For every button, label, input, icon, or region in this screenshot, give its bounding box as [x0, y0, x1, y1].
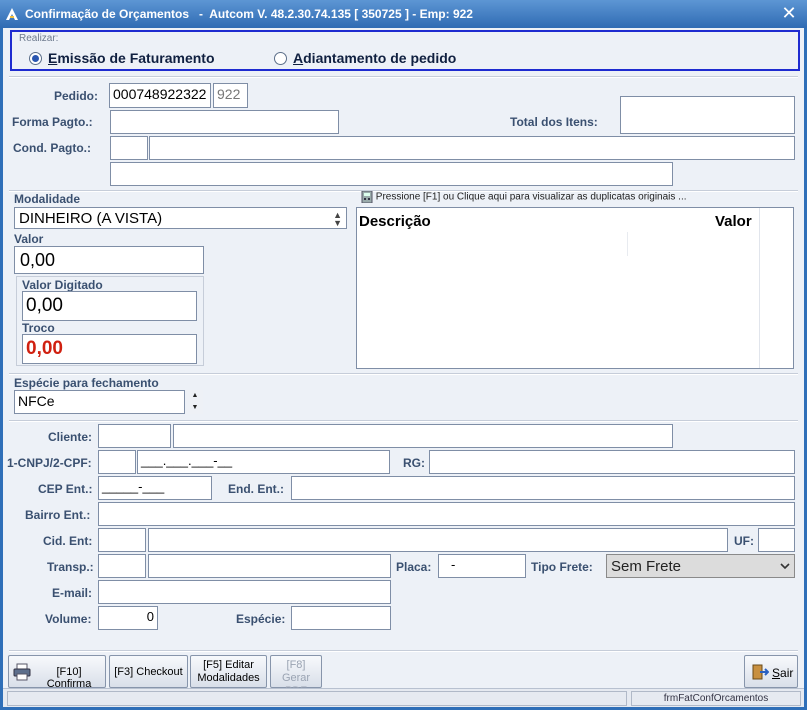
divider — [9, 373, 798, 375]
cliente-label: Cliente: — [48, 430, 93, 444]
cliente-code-input[interactable] — [98, 424, 171, 448]
form-body: Realizar: Emissão de Faturamento Adianta… — [3, 28, 804, 707]
bairro-ent-input[interactable] — [98, 502, 795, 526]
volume-input[interactable]: 0 — [98, 606, 158, 630]
pedido-label: Pedido: — [54, 89, 98, 103]
bairro-ent-label: Bairro Ent.: — [25, 508, 91, 522]
close-button[interactable]: ✕ — [779, 3, 799, 23]
grid-column-divider — [759, 208, 760, 368]
gerar-pdf-button[interactable]: [F8] Gerar PDF — [270, 655, 322, 697]
transp-name-input[interactable] — [148, 554, 391, 578]
tipo-frete-value: Sem Frete — [611, 558, 682, 575]
radio-adiantamento-pedido[interactable] — [274, 52, 287, 65]
status-panel — [7, 691, 627, 706]
radio-emissao-label[interactable]: Emissão de Faturamento — [48, 50, 215, 66]
grid-column-divider — [627, 232, 628, 256]
duplicatas-grid[interactable]: Descrição Valor — [356, 207, 794, 369]
forma-pagto-label: Forma Pagto.: — [12, 115, 93, 129]
divider — [9, 420, 798, 422]
checkout-button[interactable]: [F3] Checkout — [109, 655, 188, 688]
uf-input[interactable] — [758, 528, 795, 552]
window-title: Confirmação de Orçamentos - Autcom V. 48… — [25, 7, 473, 21]
placa-input[interactable]: - — [438, 554, 526, 578]
cnpj-type-input[interactable] — [98, 450, 136, 474]
cep-ent-label: CEP Ent.: — [38, 482, 93, 496]
end-ent-input[interactable] — [291, 476, 795, 500]
close-icon: ✕ — [781, 3, 797, 23]
grid-header-valor[interactable]: Valor — [715, 213, 752, 230]
troco-value: 0,00 — [22, 334, 197, 364]
status-bar: frmFatConfOrcamentos — [3, 688, 804, 707]
cid-ent-code-input[interactable] — [98, 528, 146, 552]
modalidade-label: Modalidade — [14, 192, 81, 206]
grid-header-descricao[interactable]: Descrição — [359, 213, 431, 230]
editar-modalidades-button[interactable]: [F5] Editar Modalidades — [190, 655, 267, 688]
forma-pagto-input[interactable] — [110, 110, 339, 134]
tipo-frete-select[interactable]: Sem Frete — [606, 554, 795, 578]
spin-down-icon[interactable]: ▼ — [187, 402, 203, 414]
cid-ent-label: Cid. Ent: — [43, 534, 93, 548]
status-form-name: frmFatConfOrcamentos — [631, 691, 801, 706]
radio-adiantamento-label[interactable]: Adiantamento de pedido — [293, 50, 456, 66]
especie-input[interactable] — [291, 606, 391, 630]
total-itens-value — [620, 96, 795, 134]
cnpj-cpf-label: 1-CNPJ/2-CPF: — [7, 456, 92, 470]
cliente-name-input[interactable] — [173, 424, 673, 448]
updown-arrows-icon[interactable]: ▲ ▼ — [333, 211, 342, 228]
tipo-frete-label: Tipo Frete: — [531, 560, 593, 574]
placa-label: Placa: — [396, 560, 432, 574]
cond-pagto-extra-input[interactable] — [110, 162, 673, 186]
valor-label: Valor — [14, 232, 44, 246]
calculator-icon — [361, 190, 373, 204]
app-logo-icon — [6, 8, 18, 20]
transp-code-input[interactable] — [98, 554, 146, 578]
cid-ent-name-input[interactable] — [148, 528, 728, 552]
especie-spinner[interactable]: ▲ ▼ — [187, 390, 203, 414]
modalidade-value: DINHEIRO (A VISTA) — [19, 210, 163, 227]
cnpj-cpf-input[interactable]: ___.___.___-__ — [137, 450, 390, 474]
divider — [9, 76, 798, 78]
transp-label: Transp.: — [47, 560, 94, 574]
cond-pagto-code-input[interactable] — [110, 136, 148, 160]
pedido-emp-input[interactable]: 922 — [213, 83, 248, 108]
rg-input[interactable] — [429, 450, 795, 474]
radio-emissao-faturamento[interactable] — [29, 52, 42, 65]
title-bar: Confirmação de Orçamentos - Autcom V. 48… — [0, 0, 807, 28]
sair-button[interactable]: Sair — [744, 655, 798, 688]
chevron-down-icon — [780, 563, 790, 570]
exit-door-icon — [752, 664, 769, 680]
spin-up-icon[interactable]: ▲ — [187, 390, 203, 402]
realizar-legend: Realizar: — [19, 33, 59, 44]
total-itens-label: Total dos Itens: — [510, 115, 598, 129]
especie-fechamento-input[interactable]: NFCe — [14, 390, 185, 414]
valor-input[interactable]: 0,00 — [14, 246, 204, 274]
especie-label: Espécie: — [236, 612, 286, 626]
realizar-group: Realizar: Emissão de Faturamento Adianta… — [10, 30, 800, 71]
valor-digitado-label: Valor Digitado — [22, 278, 103, 292]
email-input[interactable] — [98, 580, 391, 604]
cond-pagto-label: Cond. Pagto.: — [13, 141, 91, 155]
confirma-button[interactable]: [F10] Confirma — [8, 655, 106, 690]
pedido-input[interactable]: 000748922322 — [109, 83, 211, 108]
divider — [9, 650, 798, 652]
cond-pagto-desc-input[interactable] — [149, 136, 795, 160]
email-label: E-mail: — [52, 586, 93, 600]
valor-digitado-input[interactable]: 0,00 — [22, 291, 197, 321]
rg-label: RG: — [403, 456, 425, 470]
duplicatas-hint[interactable]: Pressione [F1] ou Clique aqui para visua… — [361, 190, 687, 204]
printer-icon — [13, 663, 31, 681]
especie-fechamento-label: Espécie para fechamento — [14, 376, 159, 390]
end-ent-label: End. Ent.: — [228, 482, 284, 496]
modalidade-select[interactable]: DINHEIRO (A VISTA) ▲ ▼ — [14, 207, 347, 229]
volume-label: Volume: — [45, 612, 92, 626]
duplicatas-hint-text: Pressione [F1] ou Clique aqui para visua… — [375, 191, 687, 203]
cep-ent-input[interactable]: _____-___ — [98, 476, 212, 500]
troco-label: Troco — [22, 321, 55, 335]
uf-label: UF: — [734, 534, 754, 548]
